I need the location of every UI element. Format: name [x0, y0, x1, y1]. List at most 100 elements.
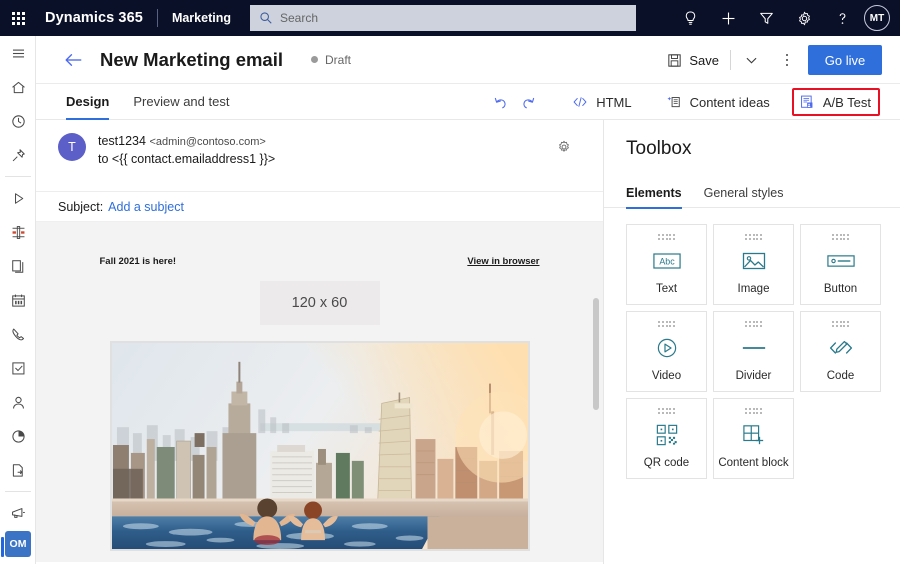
subject-row: Subject: Add a subject — [36, 192, 603, 222]
content-block-icon — [742, 425, 763, 445]
sender-from-line[interactable]: test1234 <admin@contoso.com> — [98, 133, 275, 151]
email-header: T test1234 <admin@contoso.com> to <{{ co… — [36, 120, 603, 192]
sidebar-item-menu[interactable] — [0, 36, 36, 70]
toolbox-tile-code-label: Code — [826, 370, 855, 382]
html-button[interactable]: HTML — [568, 88, 635, 116]
ab-test-icon — [800, 95, 813, 108]
editor-tab-actions: HTML Content ideas A/B Test — [486, 84, 900, 120]
toolbox-tile-code[interactable]: Code — [800, 311, 881, 392]
code-pencil-icon — [829, 341, 852, 354]
sidebar-item-recent[interactable] — [0, 104, 36, 138]
sidebar-item-journeys[interactable] — [0, 181, 36, 215]
sidebar-item-templates[interactable] — [0, 453, 36, 487]
tab-preview-and-test[interactable]: Preview and test — [133, 84, 229, 120]
tab-design[interactable]: Design — [66, 84, 110, 120]
pie-chart-icon — [11, 429, 25, 443]
tab-general-styles[interactable]: General styles — [704, 178, 784, 208]
preheader-row: Fall 2021 is here! View in browser — [76, 240, 564, 267]
code-icon — [573, 97, 587, 107]
sidebar-item-analytics[interactable] — [0, 419, 36, 453]
toolbox-tile-video[interactable]: Video — [626, 311, 707, 392]
sidebar-item-pinned[interactable] — [0, 138, 36, 172]
page-title: New Marketing email — [100, 48, 284, 70]
brand-divider — [156, 9, 158, 27]
search-input[interactable] — [280, 11, 600, 25]
filter-icon[interactable] — [747, 0, 785, 36]
save-options-button[interactable] — [738, 45, 764, 75]
toolbox-tile-divider-label: Divider — [735, 370, 772, 382]
ab-test-button[interactable]: A/B Test — [791, 88, 880, 116]
hero-image-block[interactable] — [109, 341, 530, 551]
canvas-scrollbar-thumb[interactable] — [593, 298, 599, 410]
video-play-icon — [657, 339, 676, 358]
sender-address: <admin@contoso.com> — [149, 136, 266, 148]
recipient-line[interactable]: to <{{ contact.emailaddress1 }}> — [98, 151, 275, 168]
sidebar-item-home[interactable] — [0, 70, 36, 104]
sidebar-item-events[interactable] — [0, 283, 36, 317]
pages-icon — [11, 259, 23, 273]
help-icon[interactable] — [823, 0, 861, 36]
toolbox-tile-button[interactable]: Button — [800, 224, 881, 305]
lightbulb-icon[interactable] — [671, 0, 709, 36]
toolbox-tile-content-block-label: Content block — [718, 457, 789, 469]
back-arrow-icon — [65, 53, 82, 66]
toolbox-tile-text[interactable]: Abc Text — [626, 224, 707, 305]
sidebar-item-forms[interactable] — [0, 351, 36, 385]
gear-icon[interactable] — [785, 0, 823, 36]
sidebar-item-contacts[interactable] — [0, 385, 36, 419]
global-search[interactable] — [250, 5, 636, 31]
top-navigation-bar: Dynamics 365 Marketing Search MT — [0, 0, 900, 36]
phone-icon — [11, 328, 24, 340]
toolbox-tile-video-label: Video — [651, 370, 682, 382]
view-in-browser-link[interactable]: View in browser — [467, 256, 539, 267]
avatar[interactable]: MT — [864, 5, 890, 31]
toolbox-title: Toolbox — [626, 138, 692, 159]
content-ideas-icon — [667, 96, 680, 108]
email-settings-button[interactable] — [553, 136, 575, 158]
sidebar-item-pages[interactable] — [0, 249, 36, 283]
plus-icon[interactable] — [709, 0, 747, 36]
sidebar-item-campaigns[interactable] — [0, 496, 36, 530]
toolbox-tile-divider[interactable]: Divider — [713, 311, 794, 392]
toolbox-tile-image[interactable]: Image — [713, 224, 794, 305]
content-ideas-label: Content ideas — [689, 94, 770, 110]
form-icon — [11, 361, 24, 374]
toolbox-panel: Toolbox Elements General styles Abc Text — [604, 120, 900, 564]
document-export-icon — [12, 463, 23, 477]
save-button[interactable]: Save — [663, 53, 723, 68]
tab-elements-label: Elements — [626, 185, 682, 200]
left-navigation-rail: OM — [0, 36, 36, 564]
tab-preview-and-test-label: Preview and test — [133, 94, 230, 109]
tab-elements[interactable]: Elements — [626, 178, 682, 209]
status-badge: Draft — [311, 53, 351, 67]
hamburger-icon — [12, 49, 24, 57]
sender-info: test1234 <admin@contoso.com> to <{{ cont… — [98, 133, 275, 191]
sender-name: test1234 — [98, 134, 146, 148]
email-design-canvas: T test1234 <admin@contoso.com> to <{{ co… — [36, 120, 604, 564]
preheader-text[interactable]: Fall 2021 is here! — [100, 256, 177, 267]
command-bar-actions: Save Go live — [663, 36, 900, 84]
more-options-button[interactable] — [774, 45, 800, 75]
text-abc-icon: Abc — [652, 253, 681, 269]
toolbox-tile-qr-code[interactable]: QR code — [626, 398, 707, 479]
image-icon — [742, 253, 765, 270]
undo-button[interactable] — [486, 88, 514, 116]
brand-label: Dynamics 365 — [45, 10, 143, 26]
toolbox-tile-content-block[interactable]: Content block — [713, 398, 794, 479]
logo-placeholder[interactable]: 120 x 60 — [259, 281, 380, 325]
app-launcher-icon[interactable] — [0, 0, 36, 36]
rail-divider — [4, 491, 31, 492]
toolbox-tile-button-label: Button — [823, 283, 858, 295]
go-live-button[interactable]: Go live — [808, 45, 882, 75]
email-body-preview: Fall 2021 is here! View in browser 120 x… — [36, 222, 603, 562]
redo-button[interactable] — [514, 88, 542, 116]
editor-tab-bar: Design Preview and test HTML Content ide… — [36, 84, 900, 120]
chevron-down-icon — [746, 57, 756, 64]
add-subject-link[interactable]: Add a subject — [108, 200, 184, 214]
back-button[interactable] — [64, 51, 84, 69]
content-ideas-button[interactable]: Content ideas — [662, 88, 774, 116]
area-switcher-badge[interactable]: OM — [5, 531, 31, 557]
sidebar-item-phone[interactable] — [0, 317, 36, 351]
sidebar-item-segments[interactable] — [0, 215, 36, 249]
top-nav-actions: MT — [671, 0, 900, 36]
